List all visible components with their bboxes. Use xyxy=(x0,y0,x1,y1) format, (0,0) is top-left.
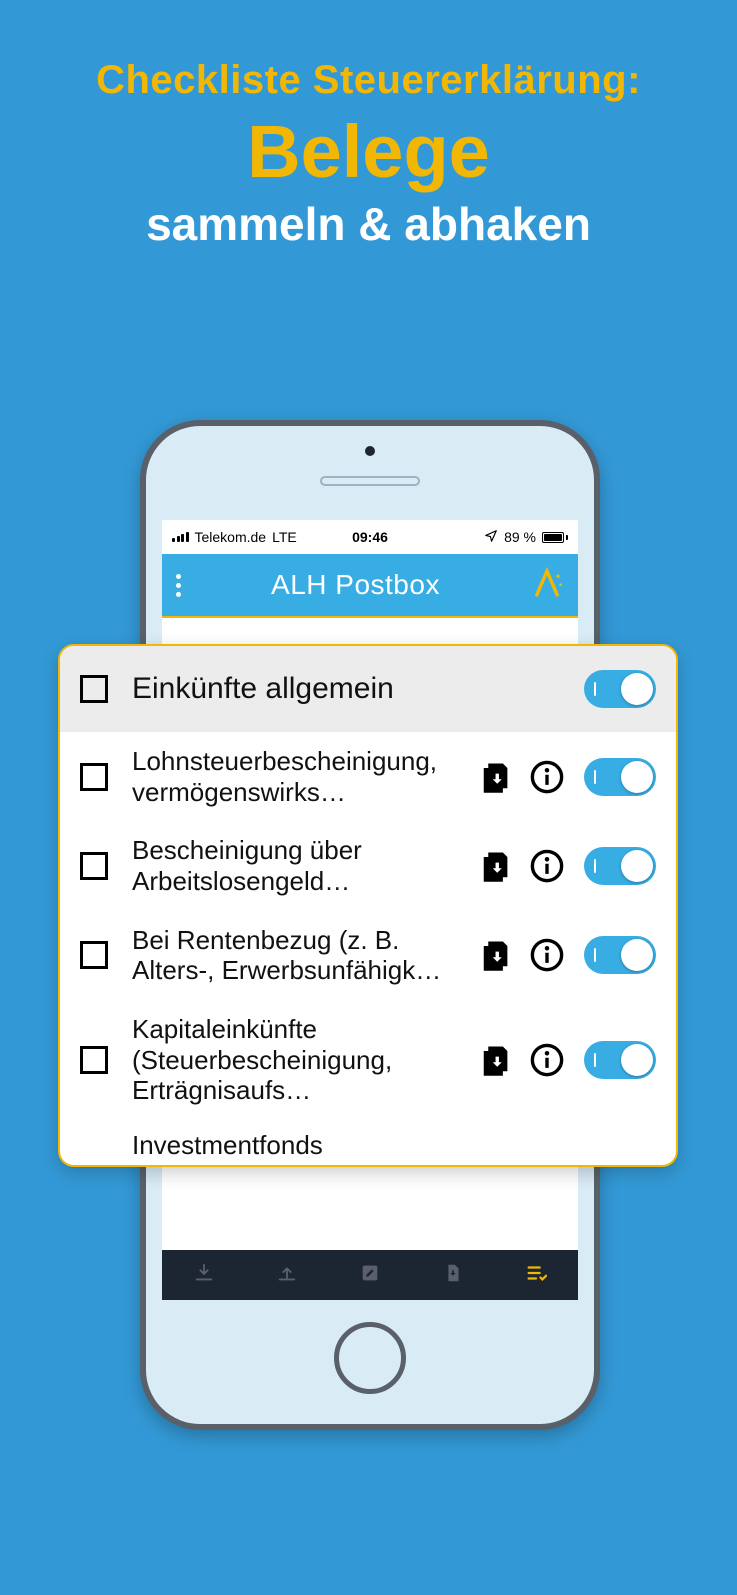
info-icon[interactable] xyxy=(528,936,566,974)
menu-icon[interactable] xyxy=(176,574,181,597)
list-item[interactable]: Bei Rentenbezug (z. B. Alters-, Erwerbsu… xyxy=(60,911,676,1000)
upload-icon[interactable] xyxy=(476,758,514,796)
info-icon[interactable] xyxy=(528,758,566,796)
list-item[interactable]: Bescheinigung über Arbeitslosengeld… xyxy=(60,821,676,910)
battery-icon xyxy=(542,532,568,543)
checklist-icon[interactable] xyxy=(525,1262,547,1289)
checkbox[interactable] xyxy=(80,1046,108,1074)
upload-icon[interactable] xyxy=(476,847,514,885)
phone-speaker xyxy=(320,476,420,486)
list-item-label: Lohnsteuerbescheinigung, vermögenswirks… xyxy=(132,746,462,807)
toggle-switch[interactable] xyxy=(584,936,656,974)
checklist-overlay: Einkünfte allgemein Lohnsteuerbescheinig… xyxy=(58,644,678,1167)
phone-sensor xyxy=(365,446,375,456)
headline: Checkliste Steuererklärung: Belege samme… xyxy=(0,0,737,251)
download-icon[interactable] xyxy=(193,1262,215,1289)
list-item-label: Kapitaleinkünfte (Steuerbescheinigung, E… xyxy=(132,1014,462,1106)
info-icon[interactable] xyxy=(528,847,566,885)
list-item[interactable]: Lohnsteuerbescheinigung, vermögenswirks… xyxy=(60,732,676,821)
carrier-label: Telekom.de xyxy=(195,529,267,545)
headline-line3: sammeln & abhaken xyxy=(0,197,737,251)
list-item-label: Bescheinigung über Arbeitslosengeld… xyxy=(132,835,462,896)
toggle-switch[interactable] xyxy=(584,847,656,885)
checklist-section-header[interactable]: Einkünfte allgemein xyxy=(60,646,676,732)
home-button[interactable] xyxy=(334,1322,406,1394)
checkbox[interactable] xyxy=(80,852,108,880)
list-item-label: Investmentfonds xyxy=(132,1130,656,1161)
status-bar: Telekom.de LTE 09:46 89 % xyxy=(162,520,578,554)
list-item[interactable]: Kapitaleinkünfte (Steuerbescheinigung, E… xyxy=(60,1000,676,1120)
headline-line2: Belege xyxy=(0,115,737,189)
battery-percent: 89 % xyxy=(504,529,536,545)
toggle-switch[interactable] xyxy=(584,670,656,708)
signal-icon xyxy=(172,532,189,542)
checkbox[interactable] xyxy=(80,941,108,969)
upload-icon[interactable] xyxy=(276,1262,298,1289)
info-icon[interactable] xyxy=(528,1041,566,1079)
file-upload-icon[interactable] xyxy=(442,1262,464,1289)
toggle-switch[interactable] xyxy=(584,1041,656,1079)
section-header-label: Einkünfte allgemein xyxy=(132,671,566,706)
upload-icon[interactable] xyxy=(476,936,514,974)
app-title: ALH Postbox xyxy=(271,569,440,601)
edit-icon[interactable] xyxy=(359,1262,381,1289)
app-header: ALH Postbox xyxy=(162,554,578,618)
location-icon xyxy=(484,529,498,546)
bottom-nav xyxy=(162,1250,578,1300)
checkbox[interactable] xyxy=(80,763,108,791)
headline-line1: Checkliste Steuererklärung: xyxy=(0,58,737,103)
list-item[interactable]: Investmentfonds xyxy=(60,1120,676,1165)
status-time: 09:46 xyxy=(352,529,388,545)
app-logo-icon xyxy=(530,566,564,605)
checkbox[interactable] xyxy=(80,675,108,703)
toggle-switch[interactable] xyxy=(584,758,656,796)
network-label: LTE xyxy=(272,529,297,545)
list-item-label: Bei Rentenbezug (z. B. Alters-, Erwerbsu… xyxy=(132,925,462,986)
upload-icon[interactable] xyxy=(476,1041,514,1079)
